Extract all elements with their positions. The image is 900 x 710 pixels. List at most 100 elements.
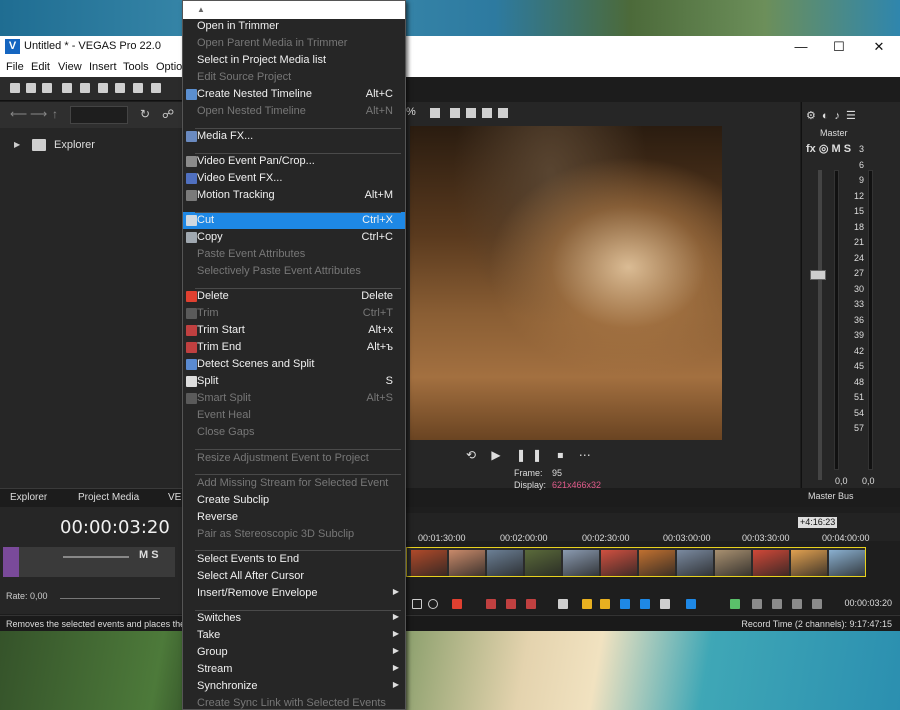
copy-snapshot-icon[interactable]	[498, 108, 508, 118]
menu-item-take[interactable]: Take ▶	[183, 627, 405, 644]
trim-icon[interactable]	[486, 599, 496, 609]
cut-tool-icon[interactable]	[98, 83, 108, 93]
grid-icon[interactable]	[430, 108, 440, 118]
trim-start-icon[interactable]	[506, 599, 516, 609]
nest-icon[interactable]	[792, 599, 802, 609]
menu-item-select-in-project-media-list[interactable]: Select in Project Media list	[183, 52, 405, 69]
up-arrow-icon[interactable]: ↑	[52, 107, 58, 121]
undo-icon[interactable]	[151, 83, 161, 93]
menu-item-switches[interactable]: Switches ▶	[183, 610, 405, 627]
menu-item-split[interactable]: Split S	[183, 373, 405, 390]
tab-explorer[interactable]: Explorer	[10, 492, 47, 503]
open-project-icon[interactable]	[26, 83, 36, 93]
rate-slider[interactable]	[60, 598, 160, 599]
menu-item-copy[interactable]: Copy Ctrl+C	[183, 229, 405, 246]
master-bus-tab[interactable]: Master Bus	[801, 488, 900, 506]
menu-item-shortcut: Alt+N	[365, 105, 393, 117]
color-match-icon[interactable]	[730, 599, 740, 609]
delete-icon[interactable]	[452, 599, 462, 609]
menu-item-synchronize[interactable]: Synchronize ▶	[183, 678, 405, 695]
menu-item-motion-tracking[interactable]: Motion Tracking Alt+M	[183, 187, 405, 204]
snapping-icon[interactable]	[620, 599, 630, 609]
meter-scale-label: 39	[853, 330, 864, 340]
track-header[interactable]: M S	[3, 547, 175, 577]
menu-item-trim-start[interactable]: Trim Start Alt+x	[183, 322, 405, 339]
region-icon[interactable]	[600, 599, 610, 609]
menu-item-media-fx[interactable]: Media FX...	[183, 128, 405, 145]
menu-insert[interactable]: Insert	[89, 61, 117, 73]
master-fader-handle[interactable]	[810, 270, 826, 280]
menu-options[interactable]: Optio	[156, 61, 182, 73]
master-label: Master	[820, 128, 848, 138]
menu-item-select-events-to-end[interactable]: Select Events to End	[183, 551, 405, 568]
timeline-options-icon[interactable]	[812, 599, 822, 609]
transport-controls[interactable]: ⟲ ▶ ❚❚ ⏹ ⋯	[466, 448, 597, 463]
menu-item-stream[interactable]: Stream ▶	[183, 661, 405, 678]
back-arrow-icon[interactable]: ⟵	[10, 107, 27, 121]
menu-item-reverse[interactable]: Reverse	[183, 509, 405, 526]
menu-tools[interactable]: Tools	[123, 61, 149, 73]
minimize-button[interactable]: —	[786, 38, 816, 56]
mute-solo-buttons[interactable]: M S	[139, 549, 159, 561]
select-tool-icon[interactable]	[412, 599, 422, 609]
forward-arrow-icon[interactable]: ⟶	[30, 107, 47, 121]
menu-item-detect-scenes-and-split[interactable]: Detect Scenes and Split	[183, 356, 405, 373]
video-preview-panel: % ⟲ ▶ ❚❚ ⏹ ⋯ Frame: 95 Display: 621x466x…	[406, 102, 800, 490]
refresh-icon[interactable]: ↻	[140, 107, 150, 121]
preview-quality-icon[interactable]	[450, 108, 460, 118]
menu-item-group[interactable]: Group ▶	[183, 644, 405, 661]
menu-item-create-nested-timeline[interactable]: Create Nested Timeline Alt+C	[183, 86, 405, 103]
meter-left-value: 0,0	[835, 476, 848, 486]
tab-project-media[interactable]: Project Media	[78, 492, 139, 503]
menu-item-event-heal: Event Heal	[183, 407, 405, 424]
new-project-icon[interactable]	[10, 83, 20, 93]
trim-end-icon[interactable]	[526, 599, 536, 609]
explorer-options-icon[interactable]: ☍	[162, 107, 174, 121]
zoom-tool-icon[interactable]	[428, 599, 438, 609]
menu-item-insert-remove-envelope[interactable]: Insert/Remove Envelope ▶	[183, 585, 405, 602]
expand-arrow-icon[interactable]: ▶	[14, 140, 20, 149]
menu-scroll-up[interactable]: ▲	[183, 1, 405, 19]
properties-gear-icon[interactable]	[80, 83, 90, 93]
auto-crossfade-icon[interactable]	[640, 599, 650, 609]
ripple-icon[interactable]	[660, 599, 670, 609]
explorer-path-dropdown[interactable]	[70, 106, 128, 124]
delete-tool-icon[interactable]	[133, 83, 143, 93]
group-icon[interactable]	[752, 599, 762, 609]
menu-item-delete[interactable]: Delete Delete	[183, 288, 405, 305]
menu-item-video-event-fx[interactable]: Video Event FX...	[183, 170, 405, 187]
lock-icon[interactable]	[558, 599, 568, 609]
track-level-slider[interactable]	[63, 556, 129, 558]
ungroup-icon[interactable]	[772, 599, 782, 609]
menu-edit[interactable]: Edit	[31, 61, 50, 73]
split-screen-icon[interactable]	[466, 108, 476, 118]
menu-item-open-in-trimmer[interactable]: Open in Trimmer	[183, 18, 405, 35]
save-project-icon[interactable]	[42, 83, 52, 93]
clip-thumbnail	[829, 550, 865, 576]
menu-view[interactable]: View	[58, 61, 82, 73]
clip-thumbnail	[525, 550, 561, 576]
video-event-strip[interactable]	[406, 547, 866, 577]
submenu-arrow-icon: ▶	[392, 587, 399, 596]
close-button[interactable]: ✕	[864, 38, 894, 56]
lock-envelopes-icon[interactable]	[686, 599, 696, 609]
maximize-button[interactable]: ☐	[824, 38, 854, 56]
menu-item-video-event-pan-crop[interactable]: Video Event Pan/Crop...	[183, 153, 405, 170]
menu-item-paste-event-attributes: Paste Event Attributes	[183, 246, 405, 263]
menu-item-select-all-after-cursor[interactable]: Select All After Cursor	[183, 568, 405, 585]
menu-item-label: Trim Start	[197, 324, 245, 336]
marker-icon[interactable]	[582, 599, 592, 609]
menu-item-create-subclip[interactable]: Create Subclip	[183, 492, 405, 509]
main-toolbar	[0, 77, 182, 101]
menu-item-label: Select All After Cursor	[197, 570, 304, 582]
submenu-arrow-icon: ▶	[392, 680, 399, 689]
time-ruler[interactable]: +4:16:23 00:01:30:00 00:02:00:00 00:02:3…	[406, 513, 900, 543]
master-tool-icons[interactable]: ⚙◐♪☰	[806, 109, 862, 122]
snapshot-icon[interactable]	[482, 108, 492, 118]
tab-video-fx[interactable]: VE	[168, 492, 181, 503]
menu-item-trim-end[interactable]: Trim End Alt+ъ	[183, 339, 405, 356]
copy-tool-icon[interactable]	[115, 83, 125, 93]
render-icon[interactable]	[62, 83, 72, 93]
menu-item-cut[interactable]: Cut Ctrl+X	[183, 212, 405, 229]
menu-file[interactable]: File	[6, 61, 24, 73]
